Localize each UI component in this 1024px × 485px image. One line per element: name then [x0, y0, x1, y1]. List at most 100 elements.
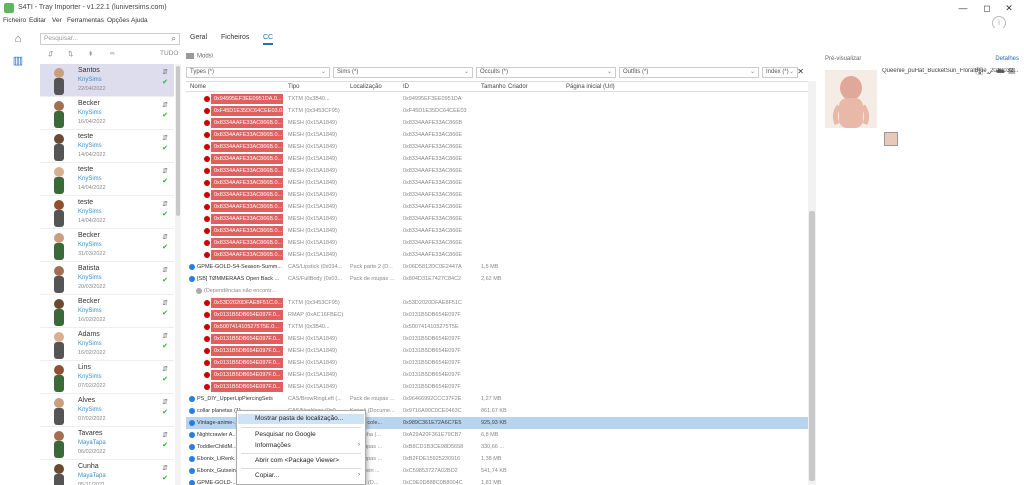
household-info-icon: ⇵: [162, 465, 168, 472]
table-row[interactable]: 0x5007414105275T5E.0... TXTM (0x3B40... 0x…: [186, 321, 808, 333]
col-location[interactable]: Localização: [350, 84, 382, 90]
menu-tools[interactable]: Ferramentas: [67, 17, 104, 24]
table-row[interactable]: 0x0131B5DB654E097F.0... RMAP (0xAC16FBEC)…: [186, 309, 808, 321]
table-scrollbar[interactable]: [808, 81, 816, 485]
color-swatch[interactable]: [884, 132, 898, 146]
sort-icon[interactable]: ⇵: [48, 50, 53, 58]
table-row[interactable]: 0x8334AAFE33AC866B.0... MESH (0x15A1849) 0…: [186, 201, 808, 213]
tray-item[interactable]: teste KnySims 14/04/2022 ⇵ ✔: [40, 163, 174, 196]
table-row[interactable]: 0x0131B5DB654E097F.0... MESH (0x15A1849) 0…: [186, 333, 808, 345]
menu-help[interactable]: Ajuda: [131, 17, 148, 24]
household-creator[interactable]: KnySims: [78, 242, 102, 248]
table-row[interactable]: 0x8334AAFE33AC866B.0... MESH (0x15A1849) 0…: [186, 177, 808, 189]
table-row[interactable]: 0x0131B5DB654E097F.0... MESH (0x15A1849) 0…: [186, 357, 808, 369]
household-creator[interactable]: KnySims: [78, 308, 102, 314]
ctx-google-search[interactable]: Pesquisar no Google: [255, 431, 316, 438]
table-row[interactable]: 0x8334AAFE33AC866B.0... MESH (0x15A1849) 0…: [186, 141, 808, 153]
table-row[interactable]: 0x8334AAFE33AC866B.0... MESH (0x15A1849) 0…: [186, 225, 808, 237]
link-icon[interactable]: ∞: [110, 50, 115, 57]
table-row[interactable]: 0xF45D1E35DC64CEE03.0... TXTM (0x3453CF95…: [186, 105, 808, 117]
table-row[interactable]: 0x8334AAFE33AC866B.0... MESH (0x15A1849) 0…: [186, 189, 808, 201]
close-button[interactable]: ✕: [994, 2, 1024, 14]
missing-dot-icon: [204, 252, 210, 258]
ctx-show-folder[interactable]: Mostrar pasta de localização...: [238, 414, 364, 424]
col-id[interactable]: ID: [403, 84, 409, 90]
household-creator[interactable]: KnySims: [78, 143, 102, 149]
package-dot-icon: [189, 408, 195, 414]
home-icon[interactable]: ⌂: [12, 33, 24, 45]
clear-filters-icon[interactable]: ✕: [797, 67, 804, 76]
table-row[interactable]: 0x0131B5DB654E097F.0... MESH (0x15A1849) 0…: [186, 369, 808, 381]
household-creator[interactable]: KnySims: [78, 176, 102, 182]
household-creator[interactable]: MayaTapa: [78, 473, 106, 479]
occults-filter[interactable]: Occults (*) ⌄: [476, 67, 616, 78]
table-row[interactable]: 0x94995EF3EE0951DA.0... TXTM (0x3B40... 0x…: [186, 93, 808, 105]
tray-item[interactable]: teste KnySims 14/04/2022 ⇵ ✔: [40, 196, 174, 229]
details-link[interactable]: Detalhes: [995, 56, 1019, 62]
tray-item[interactable]: Becker KnySims 31/03/2022 ⇵ ✔: [40, 229, 174, 262]
ctx-copy[interactable]: Copiar...: [255, 472, 279, 479]
household-creator[interactable]: KnySims: [78, 110, 102, 116]
filter-icon[interactable]: ⇞: [88, 50, 93, 58]
tray-item[interactable]: Becker KnySims 16/04/2022 ⇵ ✔: [40, 97, 174, 130]
household-creator[interactable]: MayaTapa: [78, 440, 106, 446]
table-row[interactable]: GPME-GOLD-S4-Season-Summ... CAS/Lipstick …: [186, 261, 808, 273]
tray-item[interactable]: Batista KnySims 20/03/2022 ⇵ ✔: [40, 262, 174, 295]
tab-general[interactable]: Geral: [190, 34, 207, 41]
tab-cc[interactable]: CC: [263, 34, 274, 45]
table-row[interactable]: 0x8334AAFE33AC866B.0... MESH (0x15A1849) 0…: [186, 165, 808, 177]
table-row[interactable]: 0x8334AAFE33AC866B.0... MESH (0x15A1849) 0…: [186, 249, 808, 261]
tray-item[interactable]: Santos KnySims 22/04/2022 ⇵ ✔: [40, 64, 174, 97]
sort-alt-icon[interactable]: ⇅: [68, 50, 73, 58]
household-name: Adams: [78, 331, 100, 338]
tray-item[interactable]: teste KnySims 14/04/2022 ⇵ ✔: [40, 130, 174, 163]
tab-files[interactable]: Ficheiros: [221, 34, 249, 41]
table-row[interactable]: PS_DIY_UpperLipPiercingSets CAS/BrowRingL…: [186, 393, 808, 405]
menu-file[interactable]: Ficheiro: [3, 17, 26, 24]
table-row[interactable]: 0x8334AAFE33AC866B.0... MESH (0x15A1849) 0…: [186, 237, 808, 249]
menu-edit[interactable]: Editar: [29, 17, 46, 24]
table-row[interactable]: 0x8334AAFE33AC866B.0... MESH (0x15A1849) 0…: [186, 153, 808, 165]
library-icon[interactable]: ▥: [12, 55, 24, 67]
household-creator[interactable]: KnySims: [78, 77, 102, 83]
household-creator[interactable]: KnySims: [78, 407, 102, 413]
sims-filter[interactable]: Sims (*) ⌄: [333, 67, 473, 78]
search-icon[interactable]: ⌕: [172, 34, 176, 44]
tray-item[interactable]: Adams KnySims 16/02/2022 ⇵ ✔: [40, 328, 174, 361]
index-filter[interactable]: Index (*) ⌄: [762, 67, 798, 78]
household-creator[interactable]: KnySims: [78, 209, 102, 215]
table-row[interactable]: 0x8334AAFE33AC866B.0... MESH (0x15A1849) 0…: [186, 213, 808, 225]
ctx-open-with[interactable]: Abrir com <Package Viewer>: [255, 457, 339, 464]
tray-item[interactable]: Lins KnySims 07/02/2022 ⇵ ✔: [40, 361, 174, 394]
table-row[interactable]: 0x53D2020DFAE8F51C.0... TXTM (0x3453CF95)…: [186, 297, 808, 309]
table-row[interactable]: (Dependências não encontr...: [186, 285, 808, 297]
row-id: 0x53D2020DFAE8F51C: [403, 300, 463, 306]
col-homepage[interactable]: Página inicial (Url): [566, 84, 615, 90]
col-size[interactable]: Tamanho: [481, 84, 506, 90]
col-creator[interactable]: Criador: [508, 84, 528, 90]
types-filter[interactable]: Types (*) ⌄: [186, 67, 330, 78]
col-type[interactable]: Tipo: [288, 84, 299, 90]
filter-all[interactable]: TUDO: [160, 50, 178, 57]
household-creator[interactable]: KnySims: [78, 341, 102, 347]
outfits-filter[interactable]: Outfits (*) ⌄: [619, 67, 759, 78]
household-creator[interactable]: KnySims: [78, 374, 102, 380]
household-date: 16/04/2022: [78, 119, 106, 125]
menu-options[interactable]: Opções: [107, 17, 129, 24]
search-input[interactable]: Pesquisar... ⌕: [40, 33, 180, 45]
tray-item[interactable]: Alves KnySims 07/02/2022 ⇵ ✔: [40, 394, 174, 427]
table-row[interactable]: [SB] TØMMERAAS Open Back ... CAS/FullBody…: [186, 273, 808, 285]
table-row[interactable]: 0x0131B5DB654E097F.0... MESH (0x15A1849) 0…: [186, 345, 808, 357]
table-row[interactable]: 0x0131B5DB654E097F.0... MESH (0x15A1849) 0…: [186, 381, 808, 393]
table-row[interactable]: 0x8334AAFE33AC866B.0... MESH (0x15A1849) 0…: [186, 117, 808, 129]
menu-view[interactable]: Ver: [52, 17, 62, 24]
tray-item[interactable]: Tavares MayaTapa 06/02/2022 ⇵ ✔: [40, 427, 174, 460]
tray-item[interactable]: Cunha MayaTapa 05/11/2021 ⇵ ✔: [40, 460, 174, 485]
tray-scrollbar[interactable]: [175, 64, 181, 485]
col-name[interactable]: Nome: [190, 84, 206, 90]
missing-dot-icon: [204, 132, 210, 138]
household-creator[interactable]: KnySims: [78, 275, 102, 281]
table-row[interactable]: 0x8334AAFE33AC866B.0... MESH (0x15A1849) 0…: [186, 129, 808, 141]
ctx-info[interactable]: Informações: [255, 442, 363, 449]
tray-item[interactable]: Becker KnySims 16/02/2022 ⇵ ✔: [40, 295, 174, 328]
